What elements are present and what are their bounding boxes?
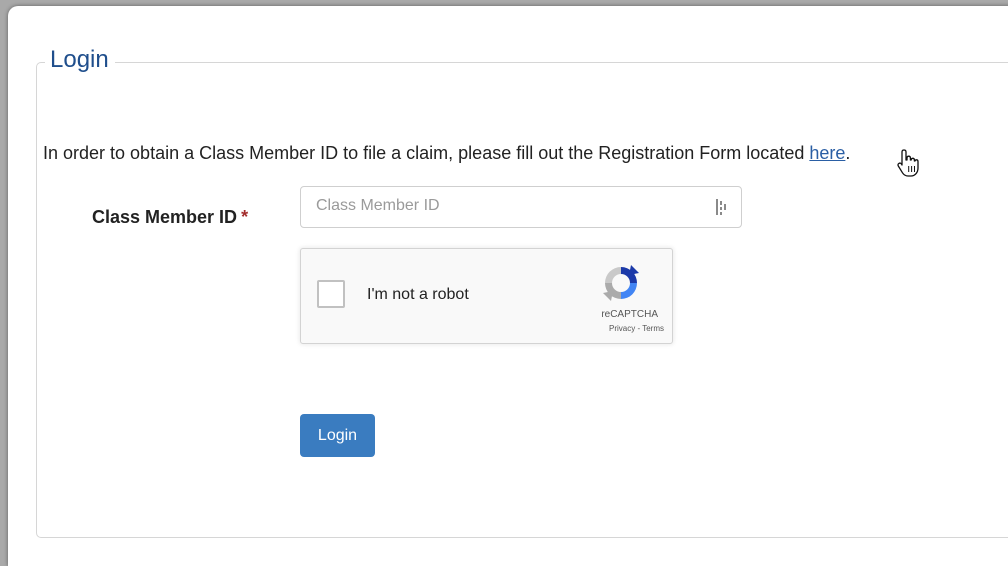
registration-link[interactable]: here bbox=[809, 143, 845, 163]
recaptcha-checkbox[interactable] bbox=[317, 280, 345, 308]
recaptcha-label: I'm not a robot bbox=[367, 286, 469, 303]
recaptcha-terms-link[interactable]: Terms bbox=[642, 324, 664, 333]
required-asterisk: * bbox=[241, 207, 249, 227]
class-member-id-label: Class Member ID * bbox=[92, 205, 248, 229]
recaptcha-brand: reCAPTCHA bbox=[601, 309, 658, 320]
recaptcha-logo-icon bbox=[603, 265, 639, 301]
login-legend: Login bbox=[45, 45, 115, 75]
class-member-id-field-wrapper bbox=[300, 186, 742, 228]
class-member-id-label-text: Class Member ID bbox=[92, 207, 238, 227]
intro-end: . bbox=[845, 143, 851, 163]
class-member-id-input[interactable] bbox=[301, 187, 696, 225]
login-button[interactable]: Login bbox=[300, 414, 375, 457]
recaptcha-links: Privacy - Terms bbox=[609, 324, 664, 334]
intro-text: In order to obtain a Class Member ID to … bbox=[43, 143, 810, 163]
password-manager-icon[interactable] bbox=[715, 198, 729, 216]
recaptcha-widget: I'm not a robot reCAPTCHA Privacy - Term… bbox=[300, 248, 673, 344]
hand-pointer-icon bbox=[897, 149, 919, 177]
recaptcha-privacy-link[interactable]: Privacy bbox=[609, 324, 635, 333]
browser-window: Login In order to obtain a Class Member … bbox=[8, 6, 1008, 566]
registration-instructions: In order to obtain a Class Member ID to … bbox=[43, 141, 850, 165]
